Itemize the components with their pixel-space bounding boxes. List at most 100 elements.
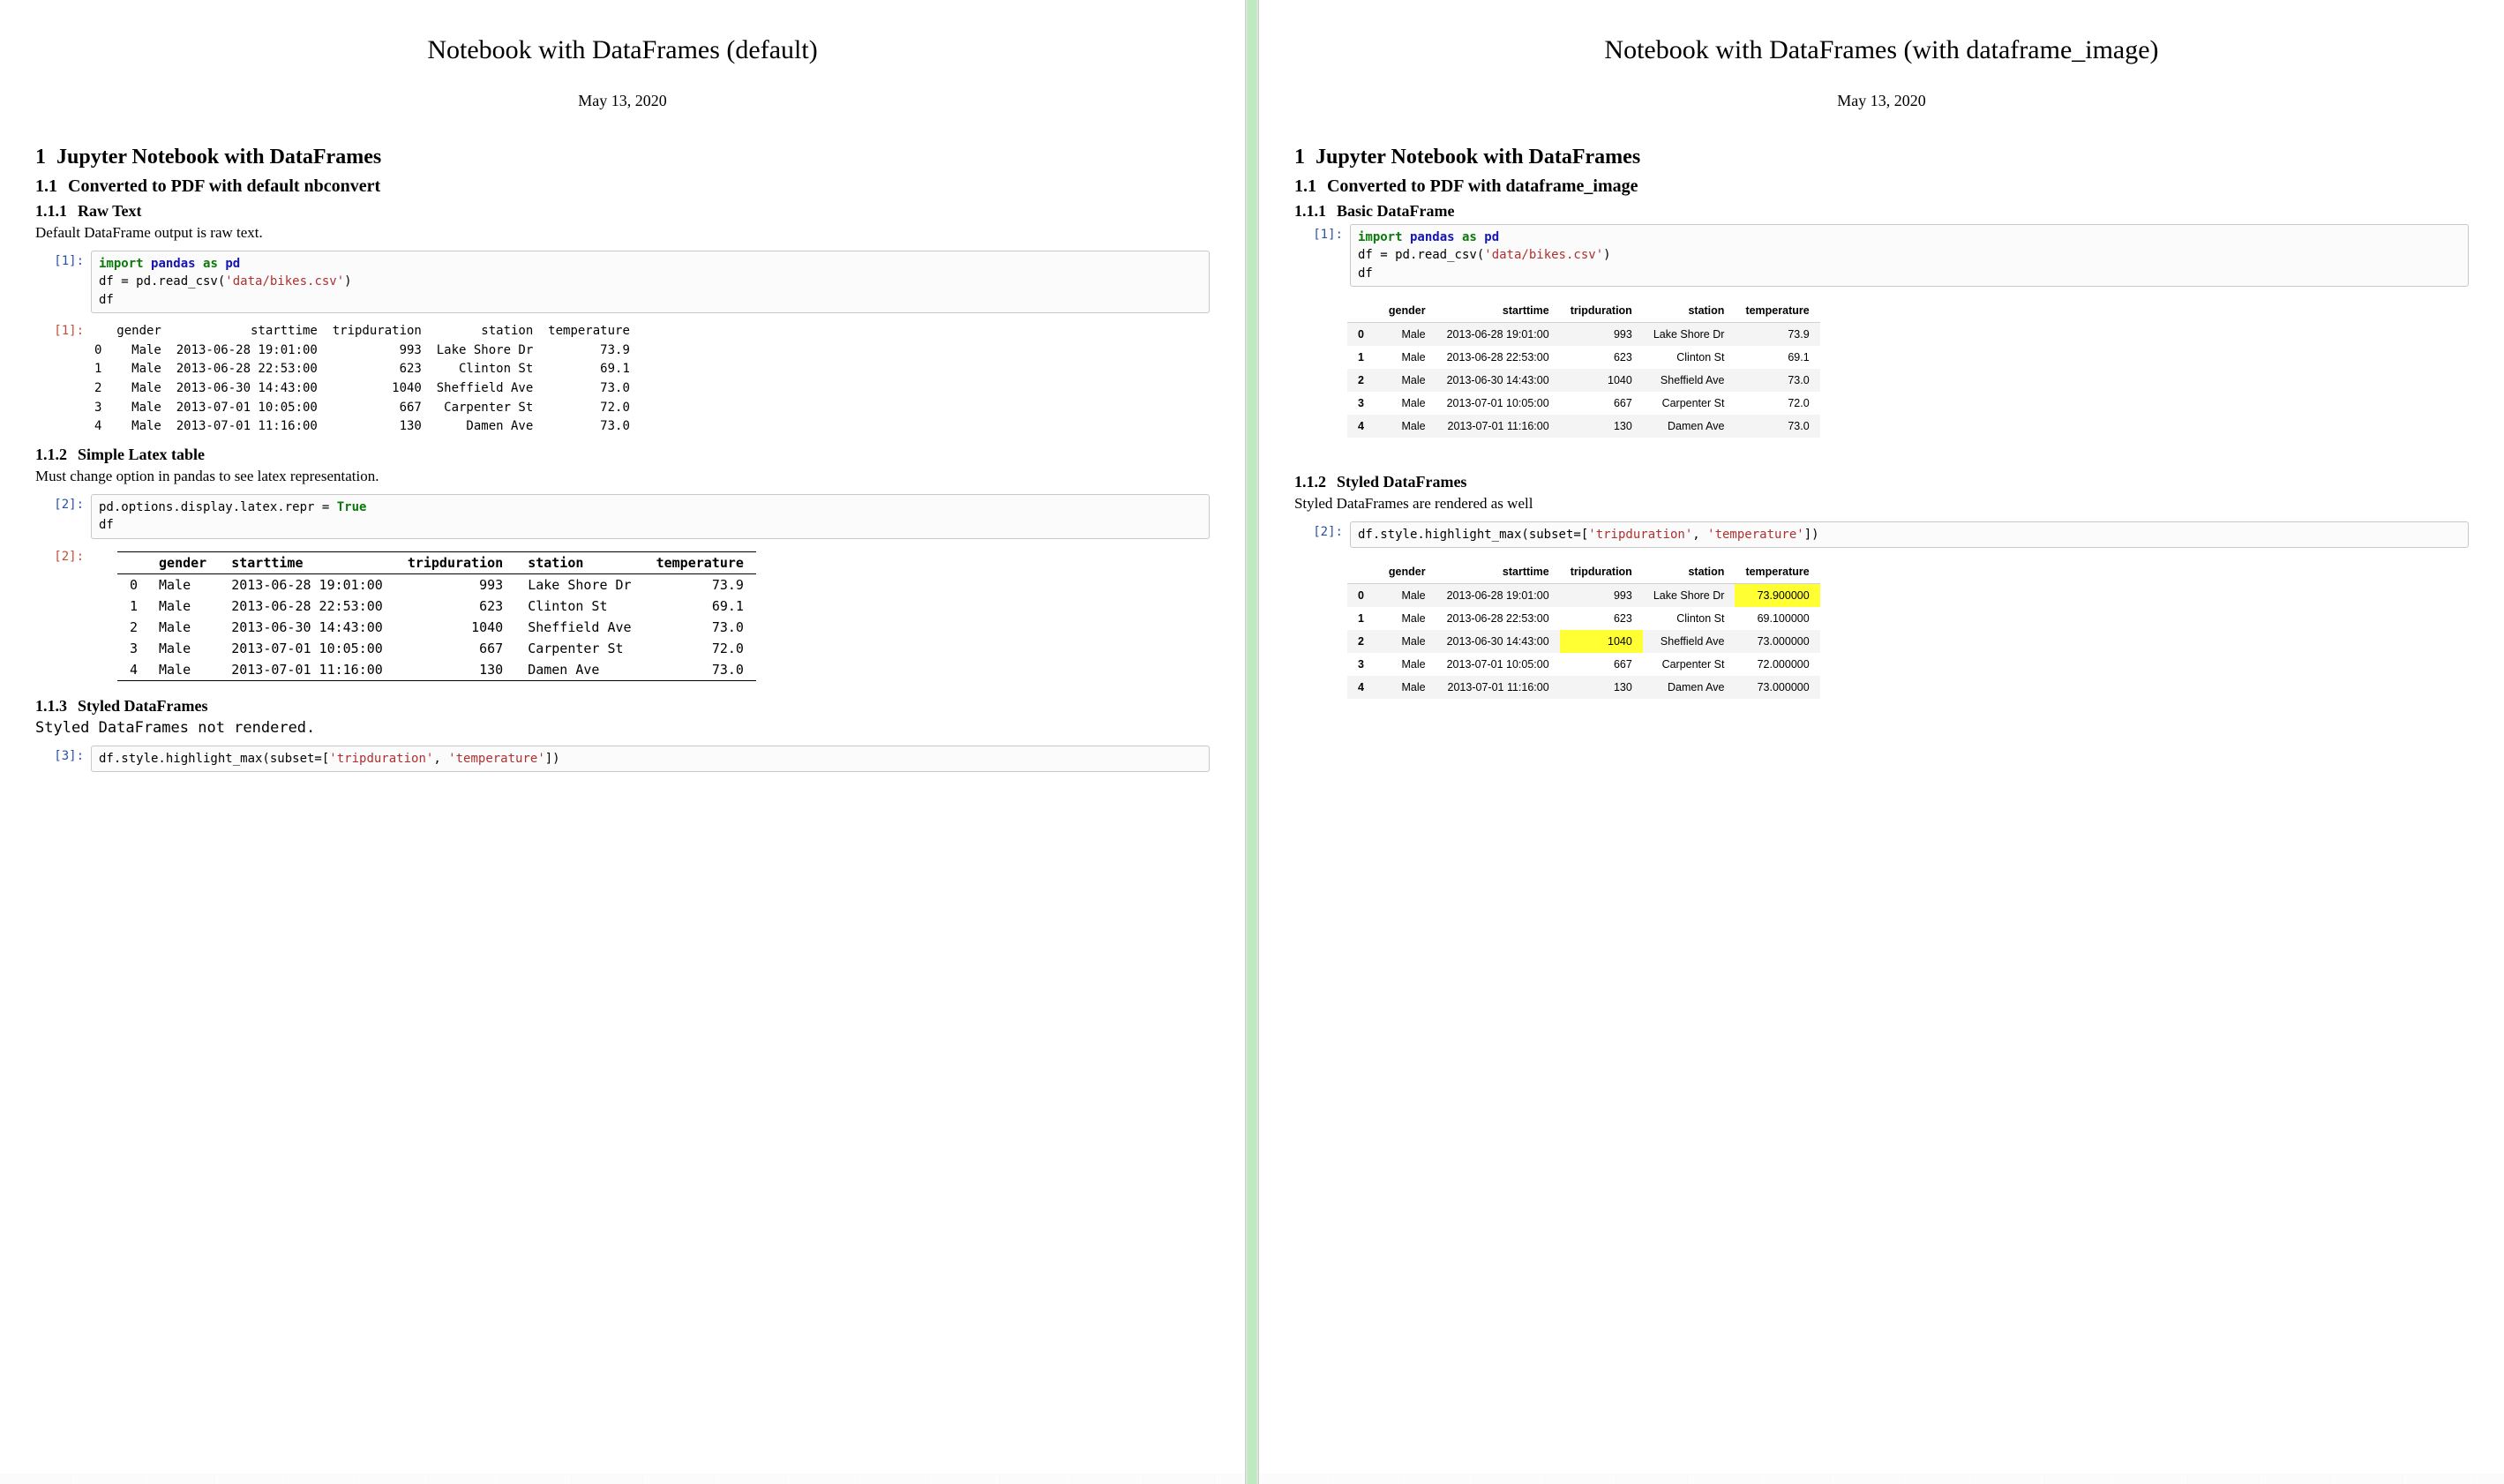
input-prompt: [1]: [1294,224,1350,242]
table-row: 4Male2013-07-01 11:16:00130Damen Ave73.0 [1347,415,1820,438]
table-cell: Male [1378,369,1436,392]
table-cell: 73.900000 [1735,584,1819,608]
latex-table: genderstarttimetripdurationstationtemper… [117,551,756,681]
table-cell: 1 [1347,346,1378,369]
table-header: temperature [1735,560,1819,584]
input-prompt: [2]: [1294,521,1350,539]
comparison-page: Notebook with DataFrames (default) May 1… [0,0,2504,1484]
table-cell: Carpenter St [1643,392,1736,415]
table-cell: 73.000000 [1735,630,1819,653]
output-cell-1: [1]: gender starttime tripduration stati… [35,320,1210,438]
table-header: tripduration [395,551,515,573]
ruler-decoration [1259,1473,2504,1484]
code-cell-2: [2]: df.style.highlight_max(subset=['tri… [1294,521,2469,548]
table-cell: Clinton St [515,596,643,617]
section-title: Jupyter Notebook with DataFrames [56,146,381,169]
table-cell: 1040 [1560,630,1643,653]
subsubsection-title: Raw Text [78,202,142,220]
input-prompt: [3]: [35,746,91,763]
table-cell: 4 [1347,415,1378,438]
table-header [117,551,146,573]
table-cell: Male [146,617,219,638]
table-cell: Lake Shore Dr [515,573,643,596]
subsubsection-number: 1.1.1 [35,202,67,220]
table-cell: 993 [1560,584,1643,608]
table-cell: Male [1378,415,1436,438]
table-cell: 130 [1560,415,1643,438]
table-cell: 130 [1560,676,1643,699]
table-cell: Male [1378,322,1436,346]
table-cell: 1040 [395,617,515,638]
table-row: 3Male2013-07-01 10:05:00667Carpenter St7… [1347,653,1820,676]
table-row: 4Male2013-07-01 11:16:00130Damen Ave73.0… [1347,676,1820,699]
table-cell: Lake Shore Dr [1643,584,1736,608]
code-cell-1: [1]: import pandas as pd df = pd.read_cs… [35,251,1210,313]
subsection-1-1-heading: 1.1Converted to PDF with dataframe_image [1294,176,2469,197]
ruler-decoration [0,1473,1245,1484]
section-1-heading: 1Jupyter Notebook with DataFrames [1294,146,2469,169]
table-cell: 73.0 [1735,369,1819,392]
subsubsection-title: Styled DataFrames [1337,473,1466,491]
section-1-heading: 1Jupyter Notebook with DataFrames [35,146,1210,169]
right-pane: Notebook with DataFrames (with dataframe… [1259,0,2504,1484]
table-cell: 72.000000 [1735,653,1819,676]
paragraph-text: Styled DataFrames are rendered as well [1294,495,2469,513]
subsubsection-number: 1.1.1 [1294,202,1326,220]
table-cell: Male [146,638,219,659]
table-cell: 2 [1347,630,1378,653]
table-cell: 2013-06-28 22:53:00 [1436,607,1560,630]
table-row: 0Male2013-06-28 19:01:00993Lake Shore Dr… [117,573,756,596]
table-cell: 73.0 [644,659,756,681]
table-cell: 2013-07-01 10:05:00 [219,638,395,659]
doc-date-left: May 13, 2020 [35,92,1210,110]
subsubsection-number: 1.1.2 [35,446,67,463]
table-header: tripduration [1560,560,1643,584]
table-cell: 73.9 [644,573,756,596]
table-cell: 2013-06-30 14:43:00 [219,617,395,638]
code-content: df.style.highlight_max(subset=['tripdura… [91,746,1210,772]
table-cell: 2013-06-30 14:43:00 [1436,369,1560,392]
table-cell: 623 [1560,346,1643,369]
table-cell: 667 [1560,653,1643,676]
subsection-1-1-heading: 1.1Converted to PDF with default nbconve… [35,176,1210,197]
pane-divider [1245,0,1259,1484]
table-cell: 2013-07-01 10:05:00 [1436,653,1560,676]
table-cell: Lake Shore Dr [1643,322,1736,346]
table-row: 0Male2013-06-28 19:01:00993Lake Shore Dr… [1347,322,1820,346]
doc-title-right: Notebook with DataFrames (with dataframe… [1294,35,2469,65]
table-header: starttime [219,551,395,573]
table-row: 3Male2013-07-01 10:05:00667Carpenter St7… [1347,392,1820,415]
table-cell: Male [1378,676,1436,699]
table-row: 3Male2013-07-01 10:05:00667Carpenter St7… [117,638,756,659]
code-cell-1: [1]: import pandas as pd df = pd.read_cs… [1294,224,2469,287]
subsubsection-number: 1.1.3 [35,697,67,715]
table-cell: 130 [395,659,515,681]
table-cell: Male [146,596,219,617]
table-row: 2Male2013-06-30 14:43:001040Sheffield Av… [1347,369,1820,392]
table-cell: 993 [1560,322,1643,346]
table-cell: Sheffield Ave [1643,630,1736,653]
table-header: tripduration [1560,299,1643,323]
subsubsection-title: Basic DataFrame [1337,202,1454,220]
table-row: 4Male2013-07-01 11:16:00130Damen Ave73.0 [117,659,756,681]
table-cell: 2013-06-28 22:53:00 [1436,346,1560,369]
table-cell: 73.0 [644,617,756,638]
section-title: Jupyter Notebook with DataFrames [1316,146,1640,169]
doc-date-right: May 13, 2020 [1294,92,2469,110]
paragraph-text: Must change option in pandas to see late… [35,468,1210,485]
paragraph-text: Styled DataFrames not rendered. [35,719,1210,737]
table-cell: 1040 [1560,369,1643,392]
subsection-number: 1.1 [35,176,57,196]
table-header: starttime [1436,560,1560,584]
doc-title-left: Notebook with DataFrames (default) [35,35,1210,65]
table-cell: Male [1378,630,1436,653]
table-header: gender [146,551,219,573]
table-header [1347,299,1378,323]
table-cell: 623 [395,596,515,617]
table-cell: Male [1378,392,1436,415]
table-cell: 2013-06-28 22:53:00 [219,596,395,617]
left-pane: Notebook with DataFrames (default) May 1… [0,0,1245,1484]
table-cell: 4 [1347,676,1378,699]
table-cell: 2013-06-28 19:01:00 [1436,584,1560,608]
table-cell: Sheffield Ave [1643,369,1736,392]
